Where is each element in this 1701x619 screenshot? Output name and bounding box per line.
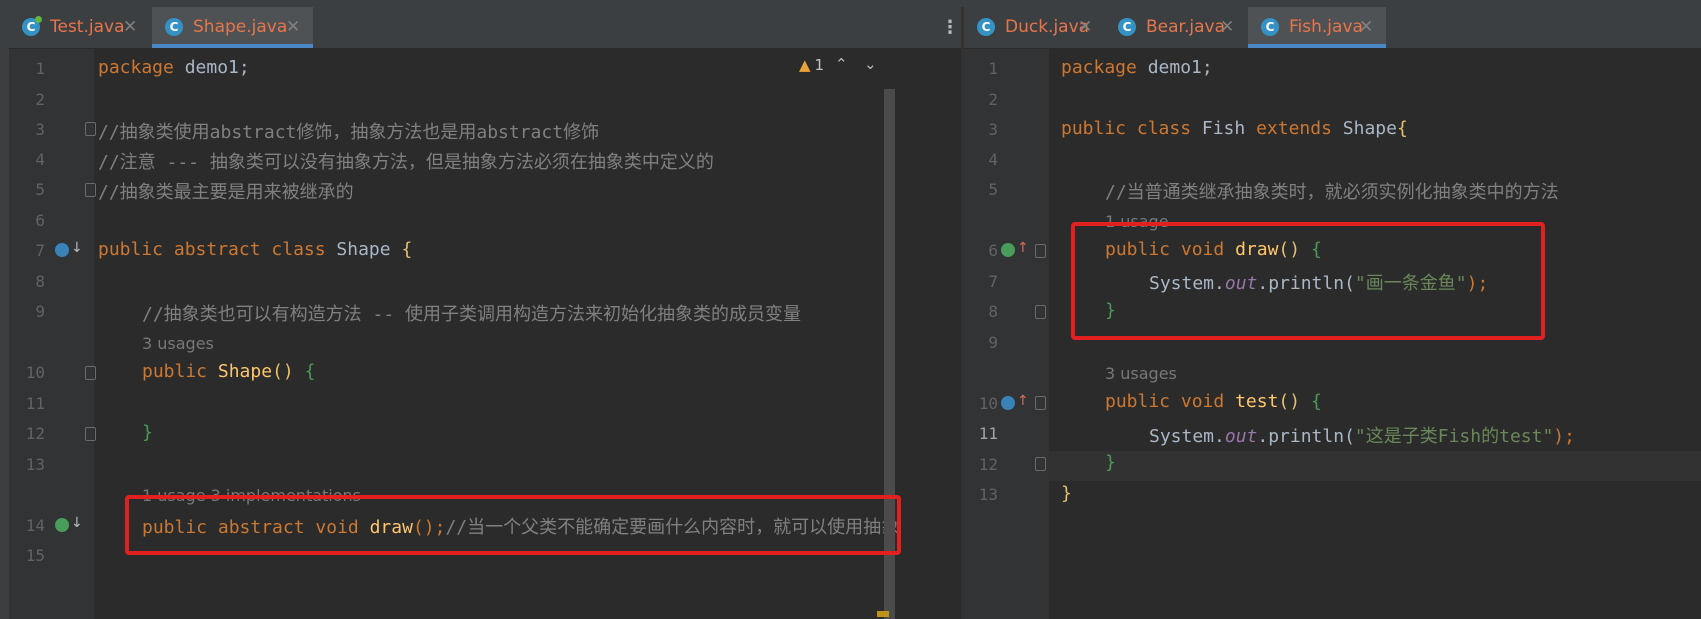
close-icon[interactable]: ✕ (1359, 17, 1373, 37)
usage-hint[interactable]: 3 usages (1105, 364, 1177, 383)
code-line-1: package demo1; (1061, 57, 1213, 78)
previous-highlight-icon[interactable]: ⌃ (835, 55, 848, 73)
usage-hint[interactable]: 3 usages (142, 334, 214, 353)
line-number: 13 (25, 455, 45, 474)
line-number: 3 (35, 120, 45, 139)
line-number: 10 (25, 363, 45, 382)
fold-icon[interactable] (85, 183, 96, 197)
java-class-icon: C (1118, 18, 1136, 36)
tab-duck-java[interactable]: C Duck.java ✕ (964, 7, 1102, 48)
tool-window-strip (0, 7, 9, 619)
fold-icon[interactable] (85, 366, 96, 380)
line-number: 4 (988, 150, 998, 169)
next-highlight-icon[interactable]: ⌄ (864, 55, 877, 73)
line-number: 15 (25, 546, 45, 565)
line-number: 9 (988, 333, 998, 352)
close-icon[interactable]: ✕ (286, 17, 300, 37)
java-class-icon: C (22, 16, 42, 36)
class-closing-brace: } (1061, 483, 1072, 504)
more-options-icon[interactable]: ⋮ (941, 17, 959, 38)
line-number: 12 (25, 424, 45, 443)
close-icon[interactable]: ✕ (123, 17, 137, 37)
tab-label: Fish.java (1289, 17, 1363, 37)
fold-icon[interactable] (1035, 396, 1046, 410)
left-editor-pane: C Test.java ✕ C Shape.java ✕ ⋮ 1 2 3 4 5… (9, 7, 961, 619)
line-number: 2 (988, 90, 998, 109)
line-number: 1 (988, 59, 998, 78)
code-comment: //抽象类最主要是用来被继承的 (98, 182, 354, 203)
implemented-icon[interactable]: ↓ (55, 240, 83, 257)
closing-brace: } (1105, 452, 1116, 473)
constructor-declaration: public Shape() { (142, 361, 316, 382)
line-number: 1 (35, 59, 45, 78)
window-top-strip (0, 0, 1701, 7)
tab-label: Bear.java (1146, 17, 1225, 37)
line-number: 10 (978, 394, 998, 413)
right-tab-bar: C Duck.java ✕ C Bear.java ✕ C Fish.java … (964, 7, 1701, 49)
tab-fish-java[interactable]: C Fish.java ✕ (1248, 7, 1386, 48)
line-number: 11 (25, 394, 45, 413)
method-declaration-test: public void test() { (1105, 391, 1322, 412)
java-class-icon: C (1261, 18, 1279, 36)
tab-shape-java[interactable]: C Shape.java ✕ (152, 7, 313, 48)
line-number-current: 11 (978, 424, 998, 443)
current-line-highlight (1049, 451, 1701, 481)
close-icon[interactable]: ✕ (1220, 17, 1234, 37)
warning-icon: ▲ (799, 56, 811, 74)
line-number: 6 (988, 241, 998, 260)
implements-method-icon[interactable]: ↑ (1001, 240, 1029, 257)
inspection-warning[interactable]: ▲ 1 (799, 56, 824, 74)
fold-icon[interactable] (1035, 244, 1046, 258)
line-number: 8 (988, 302, 998, 321)
fold-icon[interactable] (1035, 305, 1046, 319)
java-class-icon: C (977, 18, 995, 36)
code-comment: //注意 --- 抽象类可以没有抽象方法，但是抽象方法必须在抽象类中定义的 (98, 152, 714, 173)
line-number: 14 (25, 516, 45, 535)
class-declaration: public class Fish extends Shape{ (1061, 118, 1408, 139)
fold-icon[interactable] (85, 427, 96, 441)
line-number: 7 (988, 272, 998, 291)
line-number: 7 (35, 241, 45, 260)
left-tab-bar: C Test.java ✕ C Shape.java ✕ ⋮ (9, 7, 961, 49)
closing-brace: } (142, 422, 153, 443)
line-number: 8 (35, 272, 45, 291)
code-comment: //抽象类使用abstract修饰，抽象方法也是用abstract修饰 (98, 122, 600, 143)
line-number: 5 (988, 180, 998, 199)
tab-label: Test.java (50, 17, 125, 37)
line-number: 2 (35, 90, 45, 109)
tab-test-java[interactable]: C Test.java ✕ (9, 7, 147, 48)
scrollbar-warning-marker (877, 611, 889, 617)
close-icon[interactable]: ✕ (1078, 17, 1092, 37)
line-number: 3 (988, 120, 998, 139)
right-editor-pane: C Duck.java ✕ C Bear.java ✕ C Fish.java … (964, 7, 1701, 619)
highlight-box-abstract-draw (125, 495, 901, 555)
tab-bear-java[interactable]: C Bear.java ✕ (1105, 7, 1245, 48)
right-code-editor[interactable]: 1 2 3 4 5 6 7 8 9 10 11 12 13 14 ↑ ↑ pac… (964, 49, 1701, 619)
overrides-method-icon[interactable]: ↑ (1001, 393, 1029, 410)
line-number: 12 (978, 455, 998, 474)
line-number: 5 (35, 180, 45, 199)
java-class-icon: C (165, 18, 183, 36)
method-body-test: System.out.println("这是子类Fish的test"); (1149, 426, 1575, 447)
tab-label: Duck.java (1005, 17, 1090, 37)
line-number: 13 (978, 485, 998, 504)
line-number: 9 (35, 302, 45, 321)
tab-label: Shape.java (193, 17, 288, 37)
highlight-box-draw-method (1071, 222, 1545, 340)
code-comment: //抽象类也可以有构造方法 -- 使用子类调用构造方法来初始化抽象类的成员变量 (142, 304, 802, 325)
fold-icon[interactable] (1035, 457, 1046, 471)
implemented-icon[interactable]: ↓ (55, 515, 83, 532)
code-comment: //当普通类继承抽象类时，就必须实例化抽象类中的方法 (1105, 182, 1559, 203)
left-code-editor[interactable]: 1 2 3 4 5 6 7 8 9 10 11 12 13 14 15 ↓ ↓ … (9, 49, 961, 619)
code-line-1: package demo1; (98, 57, 250, 78)
fold-icon[interactable] (85, 122, 96, 136)
line-number: 6 (35, 211, 45, 230)
line-number: 4 (35, 150, 45, 169)
class-declaration: public abstract class Shape { (98, 239, 413, 260)
